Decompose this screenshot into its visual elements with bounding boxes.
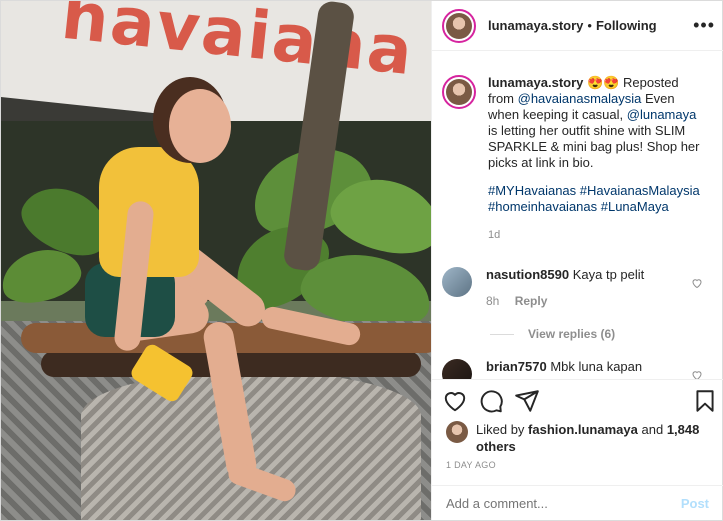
comment-item: brian7570 Mbk luna kapan	[442, 359, 717, 379]
comment-text: nasution8590 Kaya tp pelit	[486, 267, 644, 283]
author-avatar[interactable]	[442, 8, 476, 43]
post-sidebar: lunamaya.story • Following ••• lunamaya.…	[431, 1, 723, 520]
comment-heart-icon[interactable]	[691, 277, 703, 289]
likes-text: Liked by fashion.lunamaya and 1,848 othe…	[476, 421, 716, 455]
more-options-icon[interactable]: •••	[693, 15, 715, 36]
reply-button[interactable]: Reply	[515, 294, 548, 308]
avatar-image	[446, 12, 472, 39]
mention-link[interactable]: @havaianasmalaysia	[518, 91, 642, 106]
caption-body: lunamaya.story 😍😍 Reposted from @havaian…	[488, 75, 704, 243]
caption-emojis: 😍😍	[587, 75, 620, 90]
liker-username[interactable]: fashion.lunamaya	[528, 422, 638, 437]
replies-line	[490, 333, 514, 335]
comment-time[interactable]: 8h	[486, 294, 499, 308]
comment-content: Mbk luna kapan	[550, 359, 643, 374]
comment-text: brian7570 Mbk luna kapan	[486, 359, 642, 375]
commenter-avatar[interactable]	[442, 267, 472, 297]
comment-body: nasution8590 Kaya tp pelit 8h Reply	[486, 267, 644, 309]
comment-heart-icon[interactable]	[691, 369, 703, 379]
hashtags[interactable]: #MYHavaianas #HavaianasMalaysia #homeinh…	[488, 183, 704, 215]
post-photo[interactable]: havaiana	[1, 1, 431, 520]
following-button[interactable]: Following	[596, 18, 657, 33]
person-head	[169, 89, 231, 163]
caption-text-3: is letting her outfit shine with SLIM SP…	[488, 123, 700, 170]
post-header: lunamaya.story • Following •••	[432, 1, 723, 51]
author-username[interactable]: lunamaya.story	[488, 18, 583, 33]
liker-avatar[interactable]	[446, 421, 468, 443]
comment-body: brian7570 Mbk luna kapan	[486, 359, 642, 379]
mention-link[interactable]: @lunamaya	[627, 107, 697, 122]
share-icon[interactable]	[514, 388, 540, 414]
view-replies-label: View replies (6)	[528, 327, 616, 341]
caption-avatar[interactable]	[442, 75, 476, 109]
caption-text: lunamaya.story 😍😍 Reposted from @havaian…	[488, 75, 704, 171]
likes-summary: Liked by fashion.lunamaya and 1,848 othe…	[446, 421, 716, 455]
likes-prefix: Liked by	[476, 422, 525, 437]
comment-input[interactable]	[446, 495, 681, 511]
likes-and: and	[641, 422, 664, 437]
commenter-avatar[interactable]	[442, 359, 472, 379]
instagram-post: havaiana lunamaya.story • Following ••• …	[0, 0, 723, 521]
heart-icon[interactable]	[442, 388, 468, 414]
action-bar	[432, 379, 723, 423]
bookmark-icon[interactable]	[692, 388, 718, 414]
caption-username[interactable]: lunamaya.story	[488, 75, 583, 90]
avatar-image	[446, 421, 468, 443]
comment-icon[interactable]	[478, 388, 504, 414]
add-comment-bar: Post	[432, 485, 723, 520]
comments-section[interactable]: lunamaya.story 😍😍 Reposted from @havaian…	[432, 63, 723, 379]
view-replies-button[interactable]: View replies (6)	[490, 327, 615, 341]
separator-dot: •	[587, 18, 592, 33]
post-caption: lunamaya.story 😍😍 Reposted from @havaian…	[442, 75, 717, 243]
commenter-username[interactable]: brian7570	[486, 359, 547, 374]
comment-item: nasution8590 Kaya tp pelit 8h Reply	[442, 267, 717, 309]
avatar-image	[446, 79, 472, 105]
caption-time[interactable]: 1d	[488, 227, 704, 243]
comment-meta: 8h Reply	[486, 293, 644, 309]
post-date[interactable]: 1 DAY AGO	[446, 460, 496, 470]
post-comment-button[interactable]: Post	[681, 496, 709, 511]
comment-content: Kaya tp pelit	[572, 267, 645, 282]
commenter-username[interactable]: nasution8590	[486, 267, 569, 282]
